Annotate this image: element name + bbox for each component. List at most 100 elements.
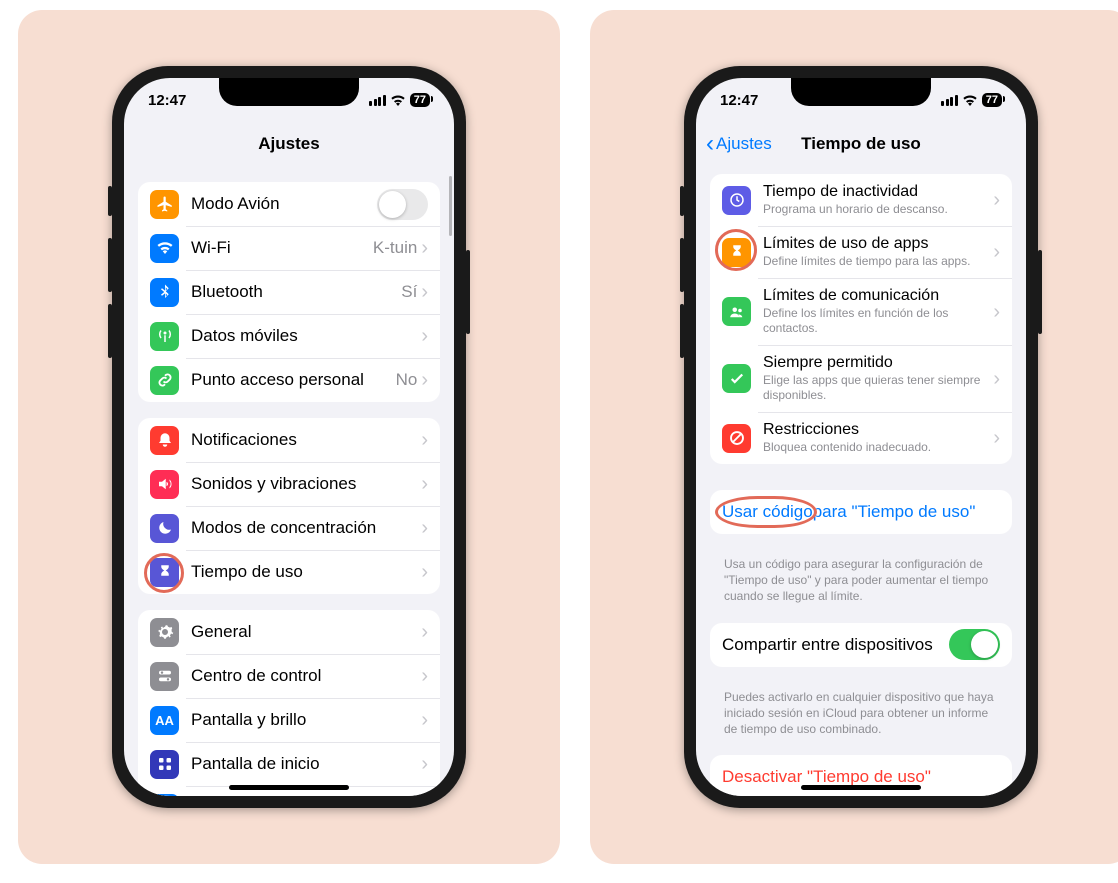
row-sub: Define los límites en función de los con… (763, 306, 993, 336)
persons-icon (722, 297, 751, 326)
nav-bar: Ajustes (124, 122, 454, 166)
chevron-right-icon: › (421, 666, 428, 686)
row-restrictions[interactable]: RestriccionesBloquea contenido inadecuad… (710, 412, 1012, 464)
chevron-right-icon: › (421, 370, 428, 390)
row-bluetooth[interactable]: Bluetooth Sí › (138, 270, 440, 314)
row-label: Sonidos y vibraciones (191, 474, 421, 494)
row-value: Sí (401, 282, 417, 302)
group-limits: Tiempo de inactividadPrograma un horario… (710, 174, 1012, 464)
group-general: General › Centro de control › AA Pantall… (138, 610, 440, 796)
aa-icon: AA (150, 706, 179, 735)
chevron-left-icon: ‹ (706, 130, 714, 158)
cellular-icon (369, 95, 386, 106)
row-communication[interactable]: Límites de comunicaciónDefine los límite… (710, 278, 1012, 345)
page-title: Tiempo de uso (801, 134, 921, 154)
cellular-icon (941, 95, 958, 106)
row-sub: Bloquea contenido inadecuado. (763, 440, 993, 455)
chevron-right-icon: › (421, 622, 428, 642)
chevron-right-icon: › (993, 428, 1000, 448)
card-right: 12:47 77 ‹ Ajustes Tiempo de uso (590, 10, 1118, 864)
row-value: K-tuin (373, 238, 417, 258)
passcode-link-pre: Usar código (722, 502, 813, 522)
row-display[interactable]: AA Pantalla y brillo › (138, 698, 440, 742)
row-label: Bluetooth (191, 282, 401, 302)
row-always-allowed[interactable]: Siempre permitidoElige las apps que quie… (710, 345, 1012, 412)
row-use-passcode[interactable]: Usar código para "Tiempo de uso" (710, 490, 1012, 534)
chevron-right-icon: › (421, 238, 428, 258)
row-cellular[interactable]: Datos móviles › (138, 314, 440, 358)
toggles-icon (150, 662, 179, 691)
row-sub: Define límites de tiempo para las apps. (763, 254, 993, 269)
airplane-icon (150, 190, 179, 219)
wifi-icon (962, 94, 978, 106)
check-icon (722, 364, 751, 393)
row-airplane[interactable]: Modo Avión (138, 182, 440, 226)
row-notifications[interactable]: Notificaciones › (138, 418, 440, 462)
link-icon (150, 366, 179, 395)
chevron-right-icon: › (421, 754, 428, 774)
settings-list[interactable]: Modo Avión Wi-Fi K-tuin › Bluetooth Sí › (124, 166, 454, 796)
moon-icon (150, 514, 179, 543)
row-share-devices[interactable]: Compartir entre dispositivos (710, 623, 1012, 667)
row-title: Límites de uso de apps (763, 235, 993, 253)
row-downtime[interactable]: Tiempo de inactividadPrograma un horario… (710, 174, 1012, 226)
chevron-right-icon: › (993, 190, 1000, 210)
battery-icon: 77 (410, 93, 430, 107)
screentime-list[interactable]: Tiempo de inactividadPrograma un horario… (696, 166, 1026, 796)
passcode-link-post: para "Tiempo de uso" (813, 502, 976, 522)
chevron-right-icon: › (421, 326, 428, 346)
row-label: Pantalla y brillo (191, 710, 421, 730)
antenna-icon (150, 322, 179, 351)
row-homescreen[interactable]: Pantalla de inicio › (138, 742, 440, 786)
row-focus[interactable]: Modos de concentración › (138, 506, 440, 550)
chevron-right-icon: › (993, 369, 1000, 389)
group-share: Compartir entre dispositivos (710, 623, 1012, 667)
wifi-icon (390, 94, 406, 106)
hourglass-icon (722, 238, 751, 267)
passcode-footer: Usa un código para asegurar la configura… (710, 550, 1012, 605)
row-app-limits[interactable]: Límites de uso de appsDefine límites de … (710, 226, 1012, 278)
row-wifi[interactable]: Wi-Fi K-tuin › (138, 226, 440, 270)
share-switch[interactable] (949, 629, 1000, 660)
row-sub: Programa un horario de descanso. (763, 202, 993, 217)
row-label: General (191, 622, 421, 642)
row-label: Modo Avión (191, 194, 377, 214)
hourglass-icon (150, 558, 179, 587)
row-label: Compartir entre dispositivos (722, 635, 949, 655)
group-passcode: Usar código para "Tiempo de uso" (710, 490, 1012, 534)
row-screentime[interactable]: Tiempo de uso › (138, 550, 440, 594)
notch (791, 78, 931, 106)
row-value: No (396, 370, 418, 390)
scroll-indicator (449, 176, 452, 236)
nav-bar: ‹ Ajustes Tiempo de uso (696, 122, 1026, 166)
row-title: Tiempo de inactividad (763, 183, 993, 201)
noentry-icon (722, 424, 751, 453)
home-indicator[interactable] (229, 785, 349, 790)
row-control-center[interactable]: Centro de control › (138, 654, 440, 698)
chevron-right-icon: › (993, 242, 1000, 262)
row-general[interactable]: General › (138, 610, 440, 654)
row-label: Notificaciones (191, 430, 421, 450)
row-label: Tiempo de uso (191, 562, 421, 582)
row-hotspot[interactable]: Punto acceso personal No › (138, 358, 440, 402)
clock-pause-icon (722, 186, 751, 215)
bluetooth-icon (150, 278, 179, 307)
row-label: Pantalla de inicio (191, 754, 421, 774)
phone-right: 12:47 77 ‹ Ajustes Tiempo de uso (684, 66, 1038, 808)
notch (219, 78, 359, 106)
home-indicator[interactable] (801, 785, 921, 790)
chevron-right-icon: › (421, 430, 428, 450)
row-title: Restricciones (763, 421, 993, 439)
gear-icon (150, 618, 179, 647)
bell-icon (150, 426, 179, 455)
back-button[interactable]: ‹ Ajustes (706, 130, 772, 158)
chevron-right-icon: › (421, 474, 428, 494)
row-sounds[interactable]: Sonidos y vibraciones › (138, 462, 440, 506)
share-footer: Puedes activarlo en cualquier dispositiv… (710, 683, 1012, 738)
back-label: Ajustes (716, 134, 772, 154)
chevron-right-icon: › (421, 562, 428, 582)
page-title: Ajustes (258, 134, 319, 154)
row-label: Datos móviles (191, 326, 421, 346)
group-notifications: Notificaciones › Sonidos y vibraciones ›… (138, 418, 440, 594)
airplane-switch[interactable] (377, 189, 428, 220)
